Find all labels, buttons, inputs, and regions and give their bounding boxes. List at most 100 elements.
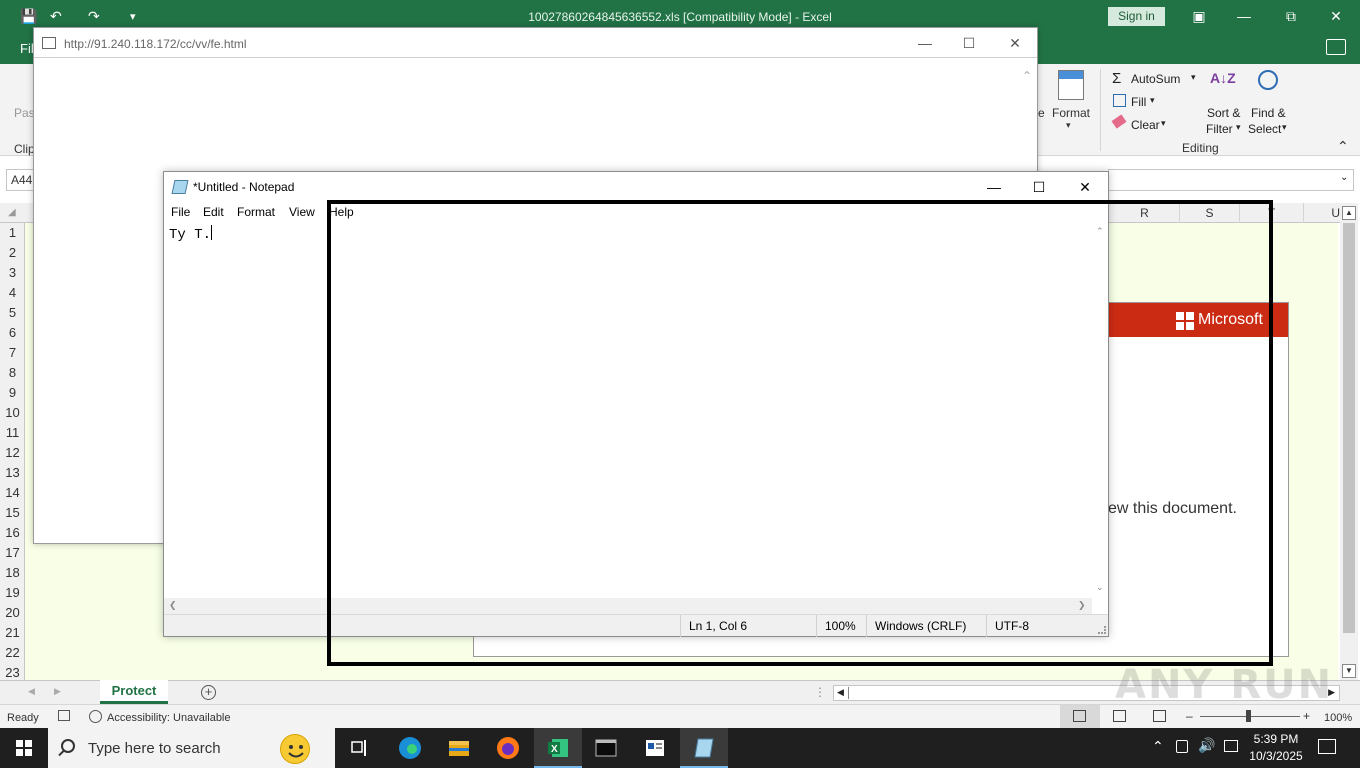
prev-sheet-icon[interactable]: ◀	[28, 686, 35, 697]
comments-icon[interactable]	[1326, 39, 1346, 55]
notepad-vertical-scrollbar[interactable]: ⌃ ⌄	[1092, 222, 1108, 598]
news-taskbar-button[interactable]	[631, 728, 679, 768]
row-header[interactable]: 19	[0, 583, 25, 603]
notepad-maximize-button[interactable]: ☐	[1016, 172, 1062, 202]
edge-taskbar-button[interactable]	[386, 728, 434, 768]
excel-taskbar-button[interactable]: X	[534, 728, 582, 768]
normal-view-icon[interactable]	[1073, 710, 1086, 722]
formula-input[interactable]	[1108, 169, 1354, 191]
row-header[interactable]: 5	[0, 303, 25, 323]
row-header[interactable]: 9	[0, 383, 25, 403]
sort-filter-dropdown-icon[interactable]: ▾	[1236, 122, 1241, 133]
system-clock[interactable]: 5:39 PM 10/3/2025	[1249, 731, 1303, 765]
task-view-button[interactable]	[336, 728, 384, 768]
find-select-label-2[interactable]: Select	[1248, 122, 1281, 136]
scroll-up-icon[interactable]: ▲	[1342, 206, 1356, 220]
browser-maximize-button[interactable]: ☐	[954, 32, 984, 54]
clear-dropdown-icon[interactable]: ▾	[1161, 118, 1166, 129]
sort-filter-label-2[interactable]: Filter	[1206, 122, 1233, 136]
fill-button[interactable]: Fill	[1131, 95, 1146, 109]
notepad-taskbar-button[interactable]	[680, 728, 728, 768]
column-header-s[interactable]: S	[1180, 203, 1240, 223]
scroll-down-icon[interactable]: ▼	[1342, 664, 1356, 678]
file-tab[interactable]: Fil	[20, 41, 34, 56]
row-header[interactable]: 14	[0, 483, 25, 503]
fill-dropdown-icon[interactable]: ▾	[1150, 95, 1155, 106]
np-scroll-down-icon[interactable]: ⌄	[1096, 582, 1104, 593]
row-header[interactable]: 2	[0, 243, 25, 263]
start-button[interactable]	[0, 728, 48, 768]
column-header-r[interactable]: R	[1110, 203, 1180, 223]
select-all-corner[interactable]: ◢	[8, 207, 16, 218]
browser-scroll-up-icon[interactable]: ⌃	[1022, 69, 1032, 83]
sort-filter-icon[interactable]: A↓Z	[1210, 70, 1236, 86]
eraser-icon[interactable]	[1111, 114, 1127, 129]
menu-view[interactable]: View	[289, 205, 315, 219]
row-header[interactable]: 12	[0, 443, 25, 463]
find-select-dropdown-icon[interactable]: ▾	[1282, 122, 1287, 133]
sign-in-button[interactable]: Sign in	[1108, 7, 1165, 26]
row-header[interactable]: 6	[0, 323, 25, 343]
sheet-tab-protect[interactable]: Protect	[100, 680, 168, 704]
row-header[interactable]: 7	[0, 343, 25, 363]
autosum-icon[interactable]: Σ	[1112, 70, 1121, 87]
accessibility-status[interactable]: Accessibility: Unavailable	[107, 712, 231, 724]
fill-icon[interactable]	[1113, 94, 1126, 107]
vertical-scrollbar[interactable]: ▲ ▼	[1340, 203, 1358, 680]
autosum-dropdown-icon[interactable]: ▾	[1191, 72, 1196, 83]
search-placeholder[interactable]: Type here to search	[88, 740, 221, 757]
np-scroll-up-icon[interactable]: ⌃	[1096, 226, 1104, 237]
notifications-icon[interactable]	[1318, 739, 1336, 754]
accessibility-icon[interactable]	[89, 710, 102, 723]
menu-file[interactable]: File	[171, 205, 190, 219]
show-hidden-icons-icon[interactable]: ⌃	[1152, 738, 1164, 755]
meet-now-icon[interactable]	[1176, 740, 1188, 753]
expand-formula-bar-icon[interactable]: ⌄	[1340, 172, 1348, 183]
search-highlight-smiley-icon[interactable]	[280, 734, 310, 764]
ribbon-display-options-icon[interactable]: ▣	[1184, 6, 1214, 26]
row-header[interactable]: 11	[0, 423, 25, 443]
next-sheet-icon[interactable]: ▶	[54, 686, 61, 697]
page-layout-icon[interactable]	[1113, 710, 1126, 722]
page-break-preview-icon[interactable]	[1153, 710, 1166, 722]
notepad-minimize-button[interactable]: —	[971, 172, 1017, 202]
find-select-label-1[interactable]: Find &	[1251, 106, 1286, 120]
np-scroll-right-icon[interactable]: ❯	[1078, 600, 1086, 611]
notepad-text[interactable]: Ty T.	[169, 227, 211, 243]
format-dropdown-icon[interactable]: ▾	[1066, 120, 1071, 131]
autosum-button[interactable]: AutoSum	[1131, 72, 1180, 86]
menu-format[interactable]: Format	[237, 205, 275, 219]
scroll-left-icon[interactable]: ◀	[837, 687, 844, 698]
horizontal-scroll-thumb[interactable]	[848, 687, 1148, 699]
browser-minimize-button[interactable]: —	[910, 32, 940, 54]
find-magnifier-icon[interactable]	[1258, 70, 1278, 90]
clear-button[interactable]: Clear	[1131, 118, 1160, 132]
format-button-label[interactable]: Format	[1052, 106, 1090, 120]
file-explorer-taskbar-button[interactable]	[435, 728, 483, 768]
row-header[interactable]: 20	[0, 603, 25, 623]
resize-grip-icon[interactable]	[1098, 626, 1106, 634]
firefox-taskbar-button[interactable]	[484, 728, 532, 768]
paste-label[interactable]: Pas	[14, 106, 35, 120]
notepad-horizontal-scrollbar[interactable]: ❮ ❯	[164, 598, 1092, 614]
row-header[interactable]: 22	[0, 643, 25, 663]
np-scroll-left-icon[interactable]: ❮	[169, 600, 177, 611]
restore-button[interactable]: ⧉	[1276, 6, 1306, 26]
volume-icon[interactable]: 🔊	[1198, 737, 1215, 754]
menu-edit[interactable]: Edit	[203, 205, 224, 219]
browser-close-button[interactable]: ✕	[1000, 32, 1030, 54]
row-header[interactable]: 4	[0, 283, 25, 303]
row-header[interactable]: 18	[0, 563, 25, 583]
row-header[interactable]: 15	[0, 503, 25, 523]
cmd-taskbar-button[interactable]	[582, 728, 630, 768]
zoom-level[interactable]: 100%	[1324, 712, 1352, 724]
row-header[interactable]: 3	[0, 263, 25, 283]
collapse-ribbon-icon[interactable]: ⌃	[1337, 138, 1349, 155]
close-button[interactable]: ✕	[1321, 6, 1351, 26]
delete-label-partial[interactable]: e	[1038, 106, 1045, 120]
notepad-content[interactable]: Ty T.	[169, 225, 213, 243]
network-icon[interactable]	[1224, 740, 1238, 752]
row-header[interactable]: 21	[0, 623, 25, 643]
row-header[interactable]: 8	[0, 363, 25, 383]
row-header[interactable]: 13	[0, 463, 25, 483]
